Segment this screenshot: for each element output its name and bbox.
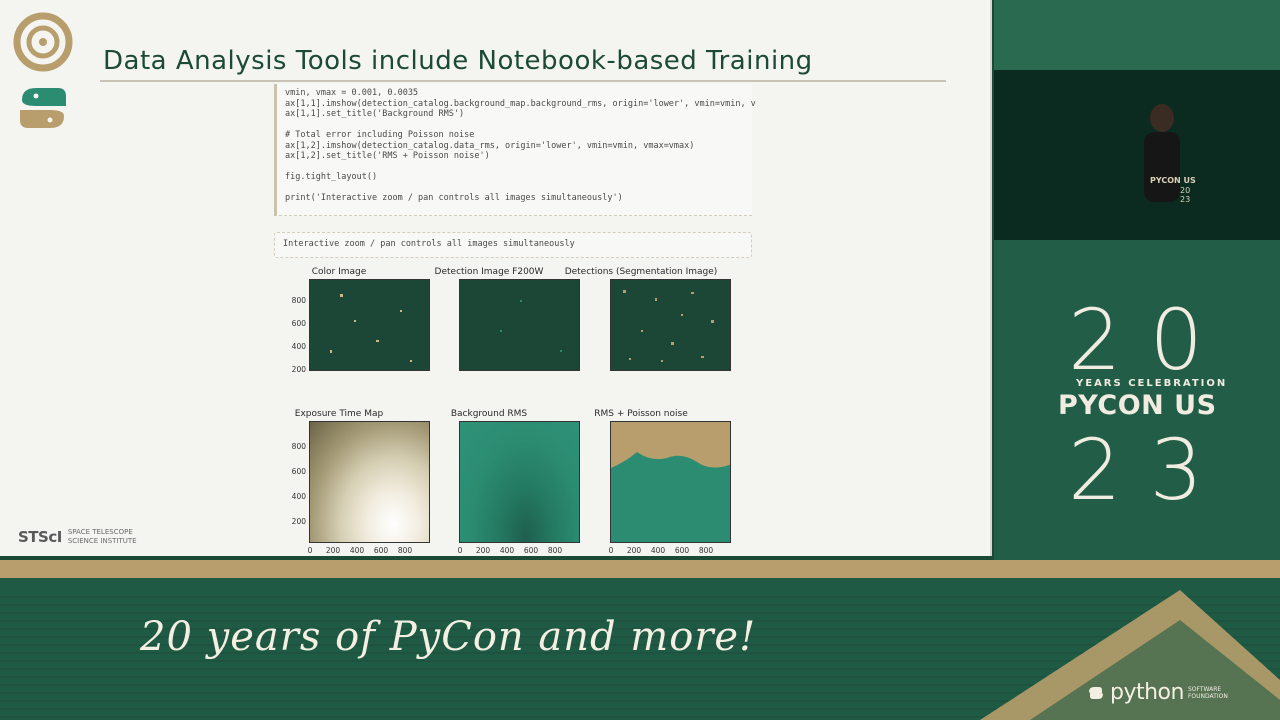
xtick: 800 — [547, 546, 563, 554]
code-line: ax[1,2].set_title('RMS + Poisson noise') — [285, 151, 490, 161]
title-divider — [100, 80, 946, 82]
output-text: Interactive zoom / pan controls all imag… — [283, 239, 575, 249]
ytick: 200 — [291, 365, 306, 374]
xtick: 0 — [457, 546, 463, 554]
slide-title: Data Analysis Tools include Notebook-bas… — [103, 46, 813, 76]
ytick: 200 — [291, 517, 306, 526]
panel-title-segmentation: Detections (Segmentation Image) — [564, 267, 718, 277]
xtick: 200 — [325, 546, 341, 554]
xtick: 800 — [397, 546, 413, 554]
code-line: ax[1,2].imshow(detection_catalog.data_rm… — [285, 140, 695, 151]
exposure-time-map-plot[interactable] — [309, 421, 430, 543]
xtick: 0 — [608, 546, 614, 554]
xtick: 600 — [523, 546, 539, 554]
detection-image-sources — [500, 300, 562, 352]
output-cell: Interactive zoom / pan controls all imag… — [274, 232, 752, 258]
segmentation-sources — [623, 290, 714, 362]
ytick: 400 — [291, 492, 306, 501]
stsci-name: SPACE TELESCOPE SCIENCE INSTITUTE — [67, 528, 137, 545]
notebook-view: vmin, vmax = 0.001, 0.0035 ax[1,1].imsho… — [268, 84, 756, 554]
xtick: 200 — [626, 546, 642, 554]
ytick: 600 — [291, 319, 306, 328]
ytick: 600 — [291, 467, 306, 476]
xtick: 600 — [373, 546, 389, 554]
panel-title-exposure-time: Exposure Time Map — [294, 409, 384, 419]
xtick: 0 — [307, 546, 313, 554]
detection-image-plot[interactable] — [459, 279, 580, 371]
xtick: 400 — [499, 546, 515, 554]
rms-poisson-overlay — [611, 422, 730, 468]
xtick: 600 — [674, 546, 690, 554]
ytick: 400 — [291, 342, 306, 351]
years-celebration-label: YEARS CELEBRATION — [1076, 378, 1228, 389]
stsci-mark: STScI — [18, 528, 62, 546]
background-rms-plot[interactable] — [459, 421, 580, 543]
psf-logo: python SOFTWARE FOUNDATION — [1086, 680, 1238, 705]
code-cell: vmin, vmax = 0.001, 0.0035 ax[1,1].imsho… — [274, 84, 756, 216]
panel-title-detection-image: Detection Image F200W — [434, 267, 544, 277]
decor-panel-top — [994, 0, 1280, 70]
year-bottom-digits: 23 — [1068, 421, 1231, 519]
camera-screen-year: 20 23 — [1180, 186, 1191, 204]
code-line: vmin, vmax = 0.001, 0.0035 — [285, 88, 419, 98]
code-line: fig.tight_layout() — [285, 172, 378, 182]
xtick: 800 — [698, 546, 714, 554]
psf-wordmark: python — [1110, 680, 1184, 705]
year-top-digits: 20 — [1068, 291, 1231, 389]
code-line: ax[1,1].set_title('Background RMS') — [285, 109, 465, 119]
stsci-logo: STScI SPACE TELESCOPE SCIENCE INSTITUTE — [18, 528, 158, 546]
color-image-plot[interactable] — [309, 279, 430, 371]
python-snake-icon — [1089, 686, 1103, 699]
ytick: 800 — [291, 296, 306, 305]
pycon-logo-icon — [13, 12, 73, 128]
code-line: # Total error including Poisson noise — [285, 130, 475, 140]
pycon-us-label: PYCON US — [1058, 390, 1217, 421]
camera-screen-label: PYCON US — [1150, 176, 1196, 185]
ytick: 800 — [291, 442, 306, 451]
panel-title-background-rms: Background RMS — [450, 409, 528, 419]
rms-poisson-plot[interactable] — [610, 421, 731, 543]
slide: Data Analysis Tools include Notebook-bas… — [0, 0, 992, 556]
panel-title-rms-poisson: RMS + Poisson noise — [594, 409, 688, 419]
color-image-sources — [330, 294, 412, 362]
tagline: 20 years of PyCon and more! — [140, 614, 757, 660]
xtick: 200 — [475, 546, 491, 554]
xtick: 400 — [650, 546, 666, 554]
code-line: print('Interactive zoom / pan controls a… — [285, 193, 623, 203]
segmentation-image-plot[interactable] — [610, 279, 731, 371]
code-line: ax[1,1].imshow(detection_catalog.backgro… — [285, 98, 756, 109]
xtick: 400 — [349, 546, 365, 554]
psf-subtitle: SOFTWARE FOUNDATION — [1187, 685, 1228, 700]
panel-title-color-image: Color Image — [311, 267, 367, 277]
